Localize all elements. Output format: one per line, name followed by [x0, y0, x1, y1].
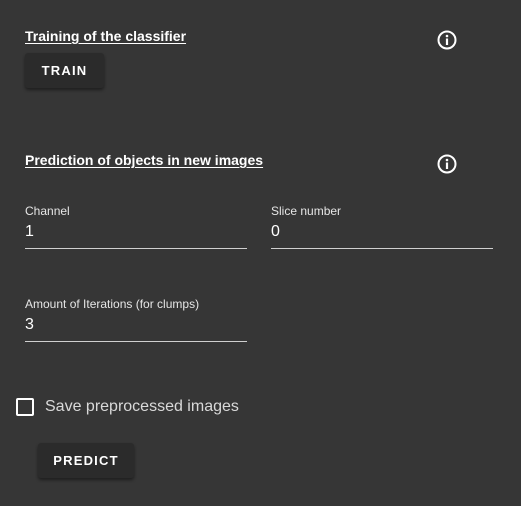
iterations-field[interactable]: Amount of Iterations (for clumps) 3: [25, 297, 247, 342]
save-preprocessed-checkbox-row[interactable]: Save preprocessed images: [16, 398, 239, 416]
slice-number-input[interactable]: 0: [271, 222, 493, 249]
channel-label: Channel: [25, 204, 70, 218]
train-button[interactable]: TRAIN: [25, 53, 104, 88]
prediction-section-title: Prediction of objects in new images: [25, 152, 264, 168]
channel-field[interactable]: Channel 1: [25, 204, 247, 249]
slice-number-field[interactable]: Slice number 0: [271, 204, 493, 249]
save-preprocessed-label[interactable]: Save preprocessed images: [45, 398, 239, 416]
iterations-input[interactable]: 3: [25, 315, 247, 342]
predict-button[interactable]: PREDICT: [38, 443, 134, 478]
training-section-title: Training of the classifier: [25, 28, 187, 44]
info-icon[interactable]: [436, 153, 458, 175]
slice-number-label: Slice number: [271, 204, 342, 218]
save-preprocessed-checkbox[interactable]: [16, 398, 34, 416]
channel-input[interactable]: 1: [25, 222, 247, 249]
iterations-label: Amount of Iterations (for clumps): [25, 297, 200, 311]
classifier-panel: Training of the classifier TRAIN Predict…: [0, 0, 521, 506]
info-icon[interactable]: [436, 29, 458, 51]
